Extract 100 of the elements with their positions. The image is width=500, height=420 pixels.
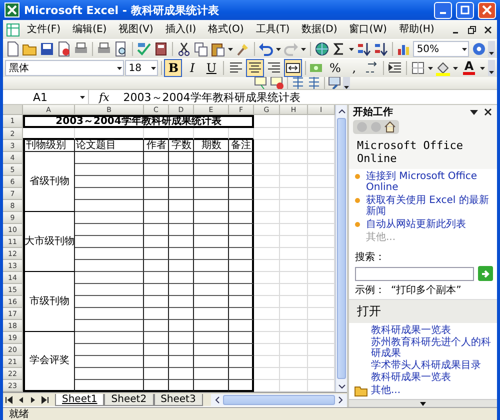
table-cell[interactable] <box>75 284 144 296</box>
table-cell[interactable] <box>169 272 194 284</box>
search-field[interactable] <box>355 266 474 280</box>
table-cell[interactable] <box>75 236 144 248</box>
table-cell[interactable] <box>144 368 169 380</box>
font-size-field[interactable]: 18 <box>124 60 158 76</box>
table-cell[interactable] <box>75 356 144 368</box>
table-cell[interactable] <box>169 332 194 344</box>
table-cell[interactable] <box>144 236 169 248</box>
table-cell[interactable] <box>75 296 144 308</box>
table-cell[interactable] <box>229 368 254 380</box>
table-cell[interactable] <box>144 152 169 164</box>
table-cell[interactable] <box>194 188 229 200</box>
table-cell[interactable] <box>194 248 229 260</box>
table-cell[interactable] <box>229 236 254 248</box>
table-cell[interactable] <box>75 248 144 260</box>
file-link[interactable]: 教科研成果一览表 <box>371 372 491 383</box>
table-cell[interactable] <box>194 356 229 368</box>
formula-field[interactable]: 2003～2004学年教科研成果统计表 <box>123 90 300 104</box>
toolbar-options-icon[interactable] <box>488 41 496 57</box>
table-cell[interactable] <box>169 296 194 308</box>
table-cell[interactable] <box>229 200 254 212</box>
close-icon[interactable] <box>483 107 493 117</box>
copy-icon[interactable] <box>192 41 209 57</box>
table-cell[interactable] <box>169 236 194 248</box>
table-cell[interactable] <box>75 152 144 164</box>
table-cell[interactable] <box>169 152 194 164</box>
table-cell[interactable] <box>144 248 169 260</box>
table-cell[interactable] <box>229 176 254 188</box>
table-cell[interactable] <box>194 308 229 320</box>
table-cell[interactable] <box>144 284 169 296</box>
table-cell[interactable] <box>229 296 254 308</box>
table-cell[interactable] <box>144 224 169 236</box>
table-cell[interactable] <box>144 332 169 344</box>
table-cell[interactable] <box>229 320 254 332</box>
comment-icon[interactable] <box>253 77 269 89</box>
table-cell[interactable] <box>194 368 229 380</box>
table-cell[interactable] <box>144 260 169 272</box>
link[interactable]: 自动从网站更新此列表 <box>366 219 466 230</box>
table-cell[interactable] <box>144 212 169 224</box>
table-cell[interactable] <box>229 248 254 260</box>
table-cell[interactable] <box>75 272 144 284</box>
link[interactable]: 连接到 Microsoft Office Online <box>366 171 493 193</box>
table-cell[interactable] <box>169 260 194 272</box>
table-cell[interactable] <box>169 188 194 200</box>
table-cell[interactable] <box>169 212 194 224</box>
table-cell[interactable] <box>229 152 254 164</box>
table-cell[interactable] <box>194 344 229 356</box>
menu-item[interactable]: 数据(D) <box>296 20 344 38</box>
table-cell[interactable] <box>75 320 144 332</box>
more-link[interactable]: 其他... <box>371 385 401 396</box>
table-cell[interactable] <box>194 272 229 284</box>
workbook-icon[interactable] <box>5 22 21 38</box>
minimize-button[interactable] <box>434 2 452 18</box>
menu-item[interactable]: 编辑(E) <box>66 20 113 38</box>
file-link[interactable]: 苏州教育科研先进个人的科研成果 <box>371 337 491 359</box>
table-cell[interactable] <box>169 200 194 212</box>
table-cell[interactable] <box>194 296 229 308</box>
link[interactable]: 获取有关使用 Excel 的最新新闻 <box>366 195 493 217</box>
maximize-button[interactable] <box>456 2 474 18</box>
italic-button[interactable]: I <box>183 59 202 77</box>
toolbar-options-icon[interactable] <box>488 60 495 76</box>
menu-item[interactable]: 窗口(W) <box>343 20 393 38</box>
horizontal-scrollbar[interactable] <box>210 394 347 406</box>
percent-button[interactable]: % <box>326 59 344 77</box>
table-cell[interactable] <box>194 236 229 248</box>
table-cell[interactable] <box>75 188 144 200</box>
table-cell[interactable] <box>194 332 229 344</box>
sort-ascending-icon[interactable] <box>356 41 372 57</box>
paste-icon[interactable] <box>210 41 226 57</box>
table-cell[interactable] <box>75 200 144 212</box>
table-cell[interactable] <box>194 176 229 188</box>
vertical-scrollbar[interactable] <box>335 105 347 392</box>
sheet-tab[interactable]: Sheet3 <box>154 394 203 406</box>
bold-button[interactable]: B <box>164 59 182 77</box>
table-cell[interactable] <box>144 344 169 356</box>
table-cell[interactable] <box>144 164 169 176</box>
folder-icon[interactable] <box>354 384 368 397</box>
help-icon[interactable] <box>471 41 488 57</box>
maximize-icon[interactable] <box>460 5 470 15</box>
table-cell[interactable] <box>144 188 169 200</box>
toolbar-options-icon[interactable] <box>343 77 350 89</box>
save-icon[interactable] <box>39 41 55 57</box>
table-cell[interactable] <box>194 152 229 164</box>
table-cell[interactable] <box>229 260 254 272</box>
table-cell[interactable] <box>169 284 194 296</box>
table-cell[interactable] <box>75 332 144 344</box>
table-cell[interactable] <box>169 308 194 320</box>
table-cell[interactable] <box>194 212 229 224</box>
table-cell[interactable] <box>75 212 144 224</box>
table-cell[interactable] <box>75 308 144 320</box>
restore-icon[interactable] <box>467 24 477 34</box>
table-cell[interactable] <box>194 260 229 272</box>
table-cell[interactable] <box>229 356 254 368</box>
table-cell[interactable] <box>229 272 254 284</box>
table-cell[interactable] <box>144 200 169 212</box>
menu-item[interactable]: 视图(V) <box>112 20 160 38</box>
table-cell[interactable] <box>75 260 144 272</box>
undo-icon[interactable] <box>258 41 274 57</box>
menu-item[interactable]: 帮助(H) <box>392 20 440 38</box>
